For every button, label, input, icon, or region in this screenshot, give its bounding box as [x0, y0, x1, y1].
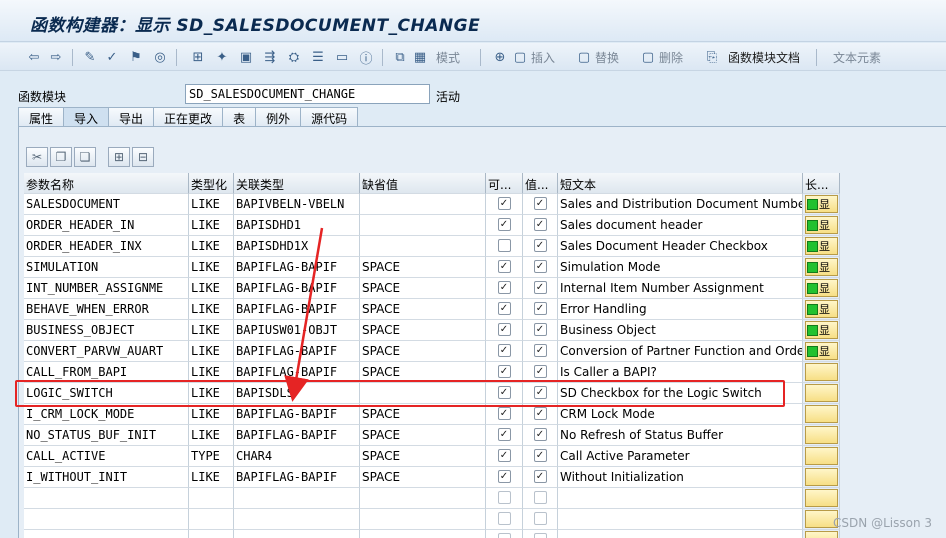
annotation-arrow [284, 227, 324, 402]
watermark: CSDN @Lisson 3 [833, 516, 932, 530]
